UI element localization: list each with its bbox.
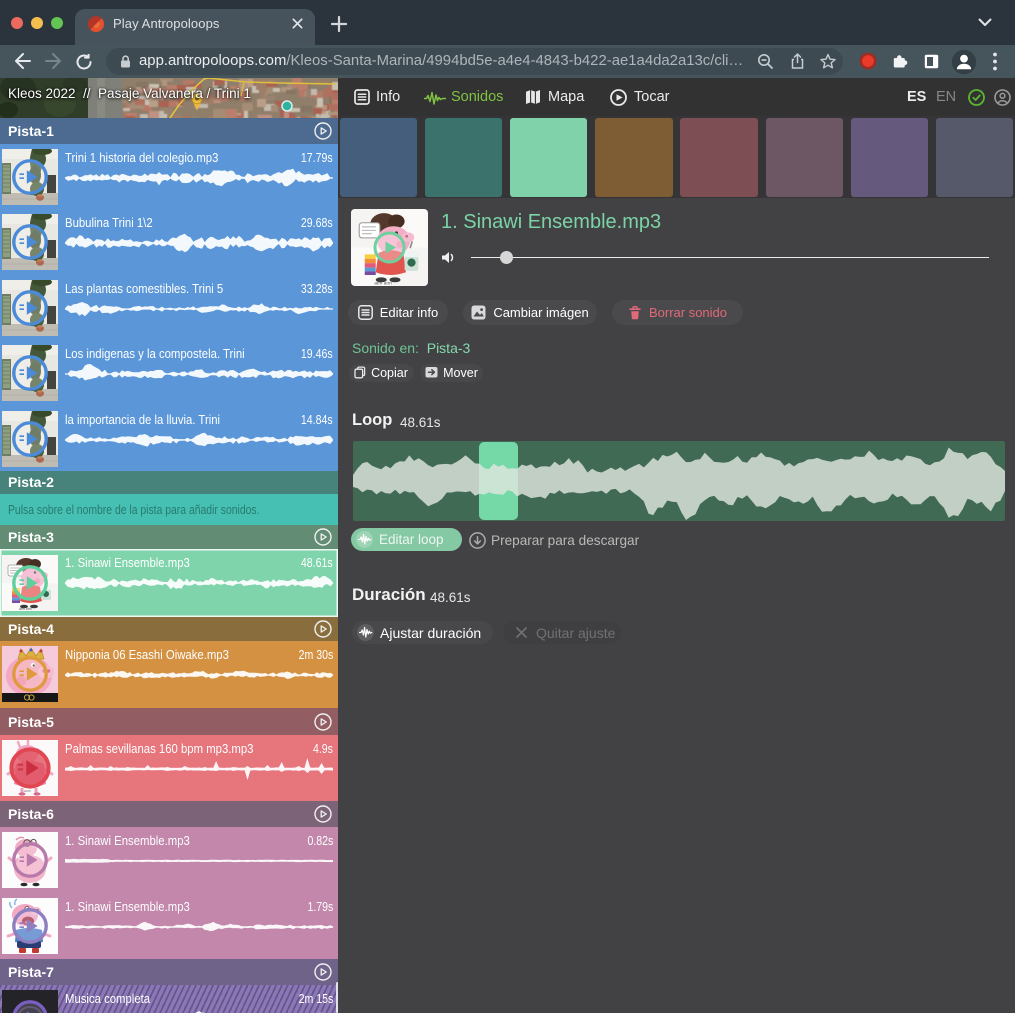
svg-text:atm atm: atm atm xyxy=(19,607,32,611)
